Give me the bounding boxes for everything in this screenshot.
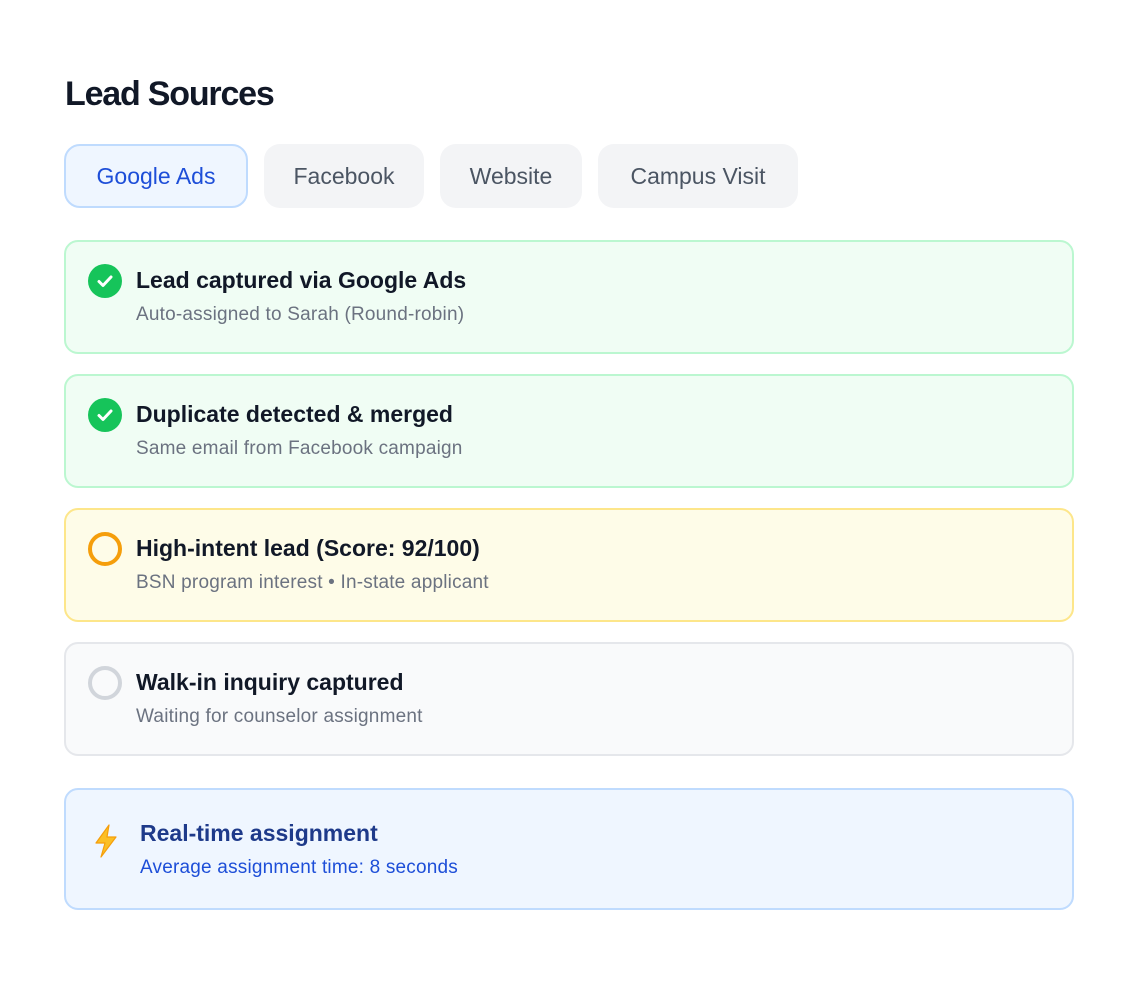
event-title: Duplicate detected & merged [136,401,453,427]
page-title: Lead Sources [65,75,275,113]
event-subtitle: Auto-assigned to Sarah (Round-robin) [136,304,465,325]
info-card-realtime-assignment: Real-time assignment Average assignment … [64,788,1074,910]
event-card-duplicate-merged: Duplicate detected & merged Same email f… [64,374,1074,488]
info-subtitle: Average assignment time: 8 seconds [140,857,459,878]
tab-campus-visit[interactable]: Campus Visit [598,144,798,208]
event-card-lead-captured: Lead captured via Google Ads Auto-assign… [64,240,1074,354]
event-title: High-intent lead (Score: 92/100) [136,535,480,561]
event-title: Walk-in inquiry captured [136,669,404,695]
info-title: Real-time assignment [140,820,378,846]
check-circle-icon [88,264,122,298]
lightning-bolt-icon [92,824,120,858]
event-title: Lead captured via Google Ads [136,267,467,293]
ring-gray-icon [88,666,122,700]
tab-facebook[interactable]: Facebook [264,144,424,208]
tab-website[interactable]: Website [440,144,582,208]
ring-amber-icon [88,532,122,566]
event-subtitle: BSN program interest • In-state applican… [136,572,489,593]
event-card-walk-in: Walk-in inquiry captured Waiting for cou… [64,642,1074,756]
check-circle-icon [88,398,122,432]
event-subtitle: Waiting for counselor assignment [136,706,423,727]
event-subtitle: Same email from Facebook campaign [136,438,463,459]
event-card-high-intent: High-intent lead (Score: 92/100) BSN pro… [64,508,1074,622]
tab-google-ads[interactable]: Google Ads [64,144,248,208]
